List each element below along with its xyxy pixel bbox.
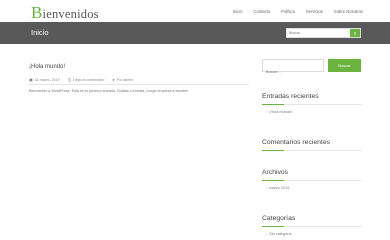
logo-text: ienvenidos — [42, 7, 99, 21]
post-title[interactable]: ¡Hola mundo! — [29, 64, 65, 70]
post-comments-text: Deja un comentario — [73, 77, 105, 82]
post-excerpt: Bienvenido a WordPress. Esta es tu prime… — [29, 89, 189, 93]
widget-title: Archivos — [262, 169, 362, 181]
sidebar-search-input[interactable] — [263, 66, 323, 78]
list-item[interactable]: › Sin categoría — [266, 232, 362, 236]
calendar-icon: ▣ — [29, 78, 33, 82]
post-date[interactable]: ▣ 31 marzo, 2019 — [29, 77, 60, 83]
site-logo[interactable]: Bienvenidos — [31, 3, 99, 23]
search-icon[interactable]: ⚲ — [350, 29, 360, 37]
post-date-text: 31 marzo, 2019 — [34, 77, 60, 82]
post-comments-link[interactable]: ◫ Deja un comentario — [67, 77, 105, 83]
header-search-input[interactable] — [287, 29, 351, 37]
nav-item-inicio[interactable]: Inicio — [233, 9, 243, 14]
header-search: ⚲ — [286, 28, 361, 38]
page-title-bar: Inicio ⚲ — [0, 22, 390, 44]
widget-title: Entradas recientes — [262, 93, 362, 105]
widget-recent-posts: Entradas recientes › ¡Hola mundo! — [262, 93, 362, 114]
sidebar-search — [262, 59, 324, 78]
post-meta: ▣ 31 marzo, 2019 ◫ Deja un comentario ● Por… — [29, 77, 133, 83]
nav-item-contacto[interactable]: Contacto — [253, 9, 270, 14]
widget-title: Comentarios recientes — [262, 139, 362, 151]
comment-icon: ◫ — [67, 78, 72, 82]
post-author[interactable]: ● Por admin — [112, 78, 133, 82]
widget-categories: Categorías › Sin categoría — [262, 215, 362, 236]
list-item-label: ¡Hola mundo! — [269, 110, 293, 114]
list-item-label: Sin categoría — [269, 232, 292, 236]
chevron-right-icon: › — [266, 110, 268, 114]
sidebar-search-button[interactable]: Buscar — [328, 59, 361, 72]
list-item[interactable]: › marzo 2019 — [266, 186, 362, 190]
chevron-right-icon: › — [266, 232, 268, 236]
logo-initial: B — [31, 3, 43, 22]
nav-item-sobre-nosotros[interactable]: Sobre Nosotros — [334, 9, 363, 14]
widget-recent-comments: Comentarios recientes — [262, 139, 362, 151]
main-nav: Inicio Contacto Política Servicios Sobre… — [222, 9, 363, 14]
widget-archives: Archivos › marzo 2019 — [262, 169, 362, 190]
list-item[interactable]: › ¡Hola mundo! — [266, 110, 362, 114]
nav-item-politica[interactable]: Política — [281, 9, 295, 14]
chevron-right-icon: › — [266, 186, 268, 190]
user-icon: ● — [112, 77, 115, 82]
widget-title: Categorías — [262, 215, 362, 227]
post-author-text: Por admin — [116, 77, 134, 82]
site-header: Bienvenidos Inicio Contacto Política Ser… — [0, 0, 390, 22]
list-item-label: marzo 2019 — [269, 186, 290, 190]
nav-item-servicios[interactable]: Servicios — [306, 9, 323, 14]
page-title: Inicio — [31, 28, 49, 37]
post-divider — [29, 84, 249, 85]
